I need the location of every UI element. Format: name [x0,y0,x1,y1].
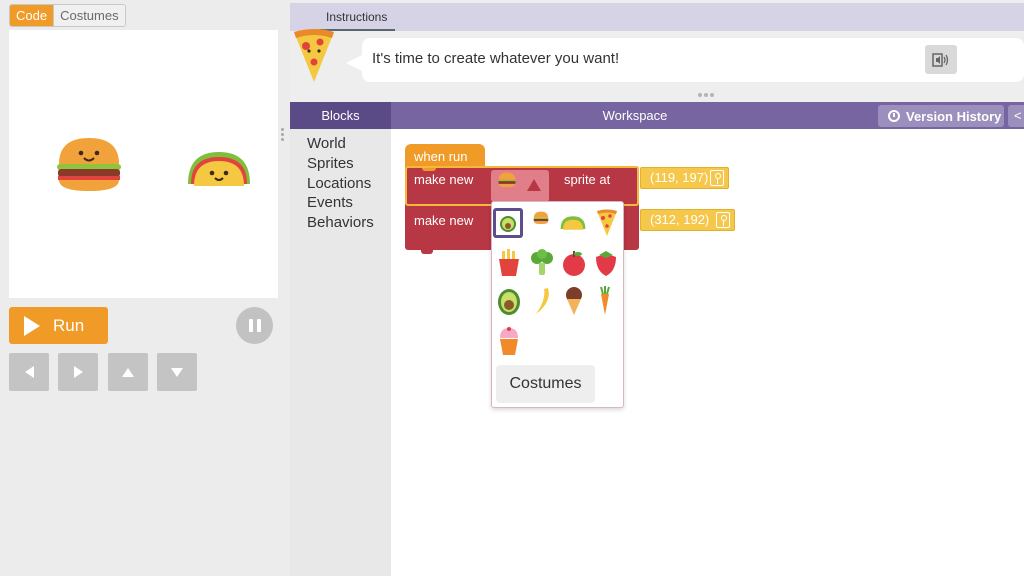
strawberry-icon [596,251,616,276]
make-new-label: make new [414,213,474,228]
text-to-speech-button[interactable] [925,45,957,74]
play-icon [24,315,40,336]
arrow-up-icon [122,367,134,377]
taco-sprite[interactable] [184,148,254,190]
block-connector [422,166,436,171]
mode-toggle: Code Costumes [9,4,126,27]
ice-cream-icon [566,287,582,315]
right-arrow-button[interactable] [58,353,98,391]
pizza-icon [597,209,617,236]
costume-option-cupcake[interactable] [494,326,524,356]
run-label: Run [53,315,85,335]
location-value[interactable]: (119, 197) [640,167,729,189]
apple-icon [563,251,585,276]
sprite-at-label: sprite at [564,172,611,187]
left-arrow-button[interactable] [9,353,49,391]
version-history-label: Version History [906,108,1002,124]
fries-icon [499,249,519,276]
costume-option-taco[interactable] [558,208,588,238]
blocks-header: Blocks [290,102,391,129]
run-button[interactable]: Run [9,307,108,344]
when-run-label: when run [414,149,468,164]
costume-option-ice-cream[interactable] [559,286,589,316]
instructions-resize-handle[interactable] [698,93,714,97]
instruction-text: It's time to create whatever you want! [372,50,620,67]
toolbox-category-locations[interactable]: Locations [307,175,371,192]
toolbox-category-events[interactable]: Events [307,194,353,211]
costume-option-apple[interactable] [559,248,589,278]
costume-option-avocado[interactable] [493,208,523,238]
workspace-title: Workspace [602,108,668,123]
clock-icon [888,110,900,122]
costume-option-avocado-half[interactable] [494,286,524,316]
taco-icon [560,216,586,230]
location-picker-icon[interactable] [716,212,730,228]
location-text: (312, 192) [650,212,710,227]
arrow-down-icon [171,367,183,377]
block-connector [421,249,433,254]
toolbox-category-sprites[interactable]: Sprites [307,155,354,172]
down-arrow-button[interactable] [157,353,197,391]
code-mode-button[interactable]: Code [10,5,54,26]
avocado-half-icon [498,289,520,315]
pause-icon [256,319,261,332]
make-new-label: make new [414,172,474,187]
costume-option-carrot[interactable] [590,286,620,316]
costumes-button[interactable]: Costumes [496,365,595,403]
toolbox-category-behaviors[interactable]: Behaviors [307,214,374,231]
location-value[interactable]: (312, 192) [640,209,735,231]
pause-button[interactable] [236,307,273,344]
costume-option-broccoli[interactable] [527,248,557,278]
costume-option-fries[interactable] [494,248,524,278]
toolbox: World Sprites Locations Events Behaviors [290,129,391,576]
burger-icon [533,211,549,225]
left-panel: Code Costumes Run [0,0,290,576]
costume-option-banana[interactable] [527,286,557,316]
pizza-avatar-icon [294,29,334,82]
carrot-icon [600,286,610,315]
cupcake-icon [500,327,518,355]
toolbox-category-world[interactable]: World [307,135,346,152]
location-picker-icon[interactable] [710,170,724,186]
burger-sprite[interactable] [55,136,123,194]
instructions-header [290,3,1024,31]
avocado-icon [500,216,516,232]
more-button[interactable]: < [1008,105,1024,127]
speaker-icon [932,52,949,67]
panel-resize-handle[interactable] [281,128,285,144]
location-text: (119, 197) [650,170,709,185]
game-stage[interactable] [9,30,278,298]
banana-icon [536,288,549,314]
costumes-mode-button[interactable]: Costumes [53,5,125,26]
up-arrow-button[interactable] [108,353,148,391]
arrow-left-icon [24,366,34,378]
version-history-button[interactable]: Version History [878,105,1004,127]
costume-option-strawberry[interactable] [591,248,621,278]
dropdown-arrow-icon[interactable] [527,179,541,191]
costume-option-burger[interactable] [526,203,556,233]
pause-icon [248,319,253,332]
costume-option-pizza[interactable] [592,208,622,238]
broccoli-icon [531,249,553,275]
burger-icon [498,172,516,188]
arrow-right-icon [73,366,83,378]
